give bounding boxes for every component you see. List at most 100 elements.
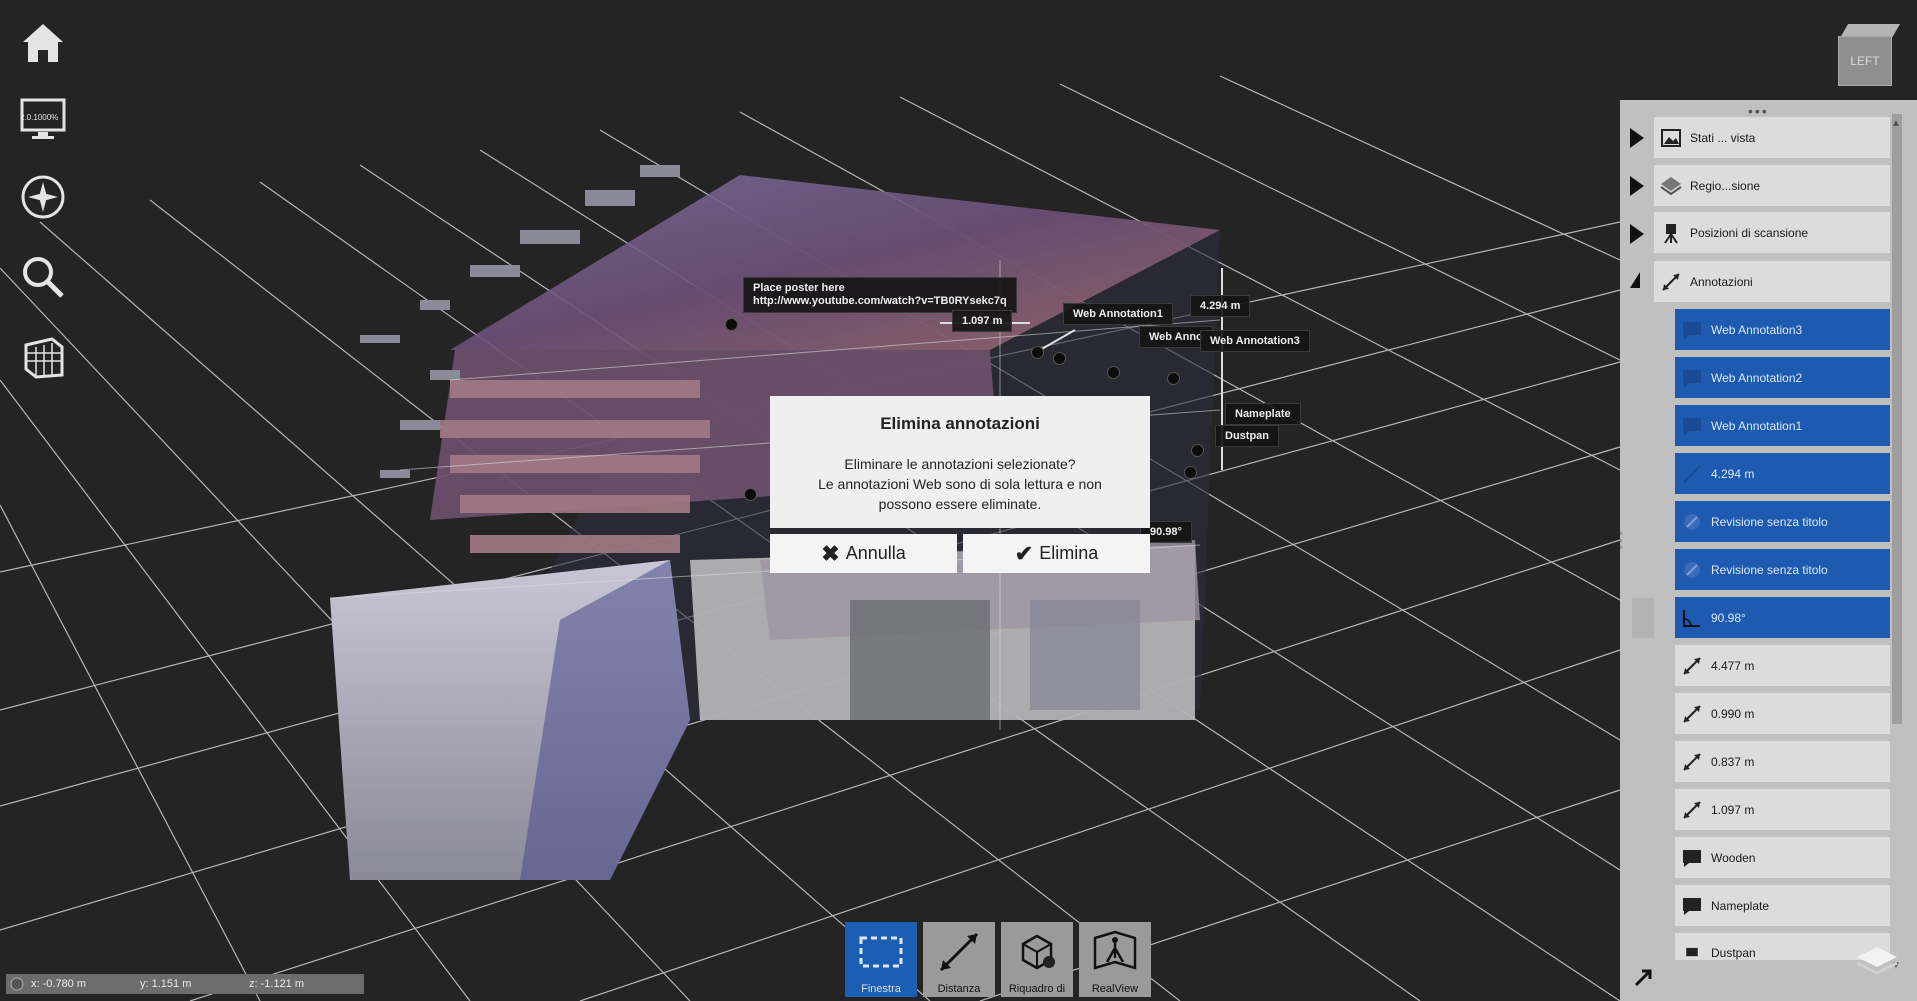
distance-label-1097[interactable]: 1.097 m	[952, 310, 1013, 332]
expand-scan-positions[interactable]	[1630, 224, 1644, 244]
distance-button[interactable]: Distanza	[923, 922, 995, 997]
dashed-rectangle-icon	[859, 936, 903, 968]
coord-z: z: -1.121 m	[249, 978, 305, 990]
selection-toolbar: Finestra Distanza Riquadro di RealView	[845, 922, 1151, 997]
tree-group-view-states[interactable]: Stati ... vista	[1654, 117, 1890, 158]
close-icon: ✖	[821, 540, 840, 566]
comment-icon	[1686, 947, 1698, 957]
compass-icon	[21, 175, 65, 219]
confirm-button-label: Elimina	[1039, 543, 1099, 563]
realview-button[interactable]: RealView	[1079, 922, 1151, 997]
layers-icon[interactable]	[1853, 943, 1901, 981]
tree-group-label: Annotazioni	[1690, 274, 1753, 289]
web-annotation-1-tag[interactable]: Web Annotation1	[1063, 303, 1173, 325]
tree-item-measurement[interactable]: 4.294 m	[1675, 453, 1890, 494]
tree-item-label: Wooden	[1711, 850, 1756, 865]
tree-item-measurement[interactable]: 1.097 m	[1675, 789, 1890, 830]
tree-item-label: Web Annotation2	[1711, 370, 1803, 385]
poster-line-1: Place poster here	[753, 282, 845, 294]
dialog-message-line-2: Le annotazioni Web sono di sola lettura …	[818, 476, 1102, 492]
tree-item-web-annotation-3[interactable]: Web Annotation3	[1675, 309, 1890, 350]
nameplate-tag[interactable]: Nameplate	[1225, 403, 1301, 425]
dialog-body: Elimina annotazioni Eliminare le annotaz…	[770, 396, 1150, 528]
home-button[interactable]	[14, 14, 72, 72]
bounding-box-button[interactable]: Riquadro di	[1001, 922, 1073, 997]
view-cube-face[interactable]: LEFT	[1838, 36, 1892, 86]
navigation-button[interactable]	[14, 168, 72, 226]
tree-item-measurement[interactable]: 0.837 m	[1675, 741, 1890, 782]
annotation-anchor[interactable]	[1191, 444, 1204, 457]
tree-item-label: 90.98°	[1711, 610, 1746, 625]
tree-group-regions[interactable]: Regio...sione	[1654, 165, 1890, 206]
tree-item-markup[interactable]: Revisione senza titolo	[1675, 549, 1890, 590]
tree-item-annotation-wooden[interactable]: Wooden	[1675, 837, 1890, 878]
distance-label: Distanza	[937, 983, 981, 995]
dustpan-tag[interactable]: Dustpan	[1215, 425, 1279, 447]
clipping-box-button[interactable]	[14, 327, 72, 385]
tree-group-annotations[interactable]: Annotazioni	[1654, 261, 1890, 302]
angle-icon	[1683, 609, 1700, 627]
bounding-box-label: Riquadro di	[1008, 983, 1066, 995]
panel-resize-handle[interactable]: •••	[1620, 526, 1624, 554]
tree-item-angle[interactable]: 90.98°	[1675, 597, 1890, 638]
delete-annotations-dialog: Elimina annotazioni Eliminare le annotaz…	[770, 396, 1150, 573]
poster-annotation-tag[interactable]: Place poster here http://www.youtube.com…	[743, 277, 1017, 313]
annotation-anchor[interactable]	[725, 318, 738, 331]
comment-icon	[1683, 417, 1701, 435]
measure-icon	[1683, 656, 1701, 675]
tree-group-scan-positions[interactable]: Posizioni di scansione	[1654, 212, 1890, 253]
tree-item-label: 0.990 m	[1711, 706, 1755, 721]
tree-item-web-annotation-2[interactable]: Web Annotation2	[1675, 357, 1890, 398]
web-annotation-3-tag[interactable]: Web Annotation3	[1200, 330, 1310, 352]
annotation-anchor[interactable]	[1053, 352, 1066, 365]
comment-icon	[1683, 849, 1701, 867]
tree-item-label: Nameplate	[1711, 898, 1770, 913]
tree-group-label: Posizioni di scansione	[1690, 225, 1809, 240]
selection-marker	[1632, 598, 1654, 638]
tree-item-measurement[interactable]: 0.990 m	[1675, 693, 1890, 734]
comment-icon	[1683, 321, 1701, 339]
measure-icon	[1683, 704, 1701, 723]
realview-label: RealView	[1091, 983, 1139, 995]
expand-stati-vista[interactable]	[1630, 128, 1644, 148]
tree-item-label: 1.097 m	[1711, 802, 1755, 817]
annotation-anchor[interactable]	[744, 488, 757, 501]
cancel-button-label: Annulla	[845, 543, 906, 563]
panel-scrollbar[interactable]	[1892, 114, 1902, 724]
coordinates-statusbar: x: -0.780 m y: 1.151 m z: -1.121 m	[6, 974, 364, 994]
collapse-annotations[interactable]	[1630, 272, 1640, 288]
tree-item-annotation-nameplate[interactable]: Nameplate	[1675, 885, 1890, 926]
confirm-delete-button[interactable]: ✔ Elimina	[963, 534, 1150, 573]
tree-item-measurement[interactable]: 4.477 m	[1675, 645, 1890, 686]
tree-item-label: Revisione senza titolo	[1711, 562, 1828, 577]
tree-item-label: Web Annotation3	[1711, 322, 1803, 337]
tree-item-web-annotation-1[interactable]: Web Annotation1	[1675, 405, 1890, 446]
monitor-caption: 2.0.1000%	[20, 113, 59, 122]
annotation-anchor[interactable]	[1107, 366, 1120, 379]
distance-label-4294[interactable]: 4.294 m	[1190, 295, 1251, 317]
annotation-anchor[interactable]	[1184, 466, 1197, 479]
tree-item-label: 4.477 m	[1711, 658, 1755, 673]
measure-icon	[1662, 272, 1680, 291]
expand-regions[interactable]	[1630, 176, 1644, 196]
expand-arrow-icon[interactable]	[1633, 966, 1655, 988]
tree-item-label: 0.837 m	[1711, 754, 1755, 769]
scroll-up-icon[interactable]: ▲	[1891, 118, 1901, 129]
dialog-message-line-1: Eliminare le annotazioni selezionate?	[844, 456, 1076, 472]
zoom-button[interactable]	[14, 248, 72, 306]
realview-icon	[1093, 930, 1137, 970]
annotation-anchor[interactable]	[1031, 346, 1044, 359]
measure-icon	[939, 932, 979, 972]
coord-y: y: 1.151 m	[140, 978, 192, 990]
tree-item-label: 4.294 m	[1711, 466, 1755, 481]
coord-x: x: -0.780 m	[31, 978, 87, 990]
window-select-button[interactable]: Finestra	[845, 922, 917, 997]
tree-item-markup[interactable]: Revisione senza titolo	[1675, 501, 1890, 542]
image-icon	[1661, 128, 1681, 147]
poster-line-2: http://www.youtube.com/watch?v=TB0RYsekc…	[753, 295, 1007, 307]
annotation-anchor[interactable]	[1167, 372, 1180, 385]
measure-icon	[1683, 800, 1701, 819]
tree-group-label: Regio...sione	[1690, 178, 1761, 193]
view-cube[interactable]: LEFT	[1836, 22, 1901, 88]
cancel-button[interactable]: ✖ Annulla	[770, 534, 957, 573]
